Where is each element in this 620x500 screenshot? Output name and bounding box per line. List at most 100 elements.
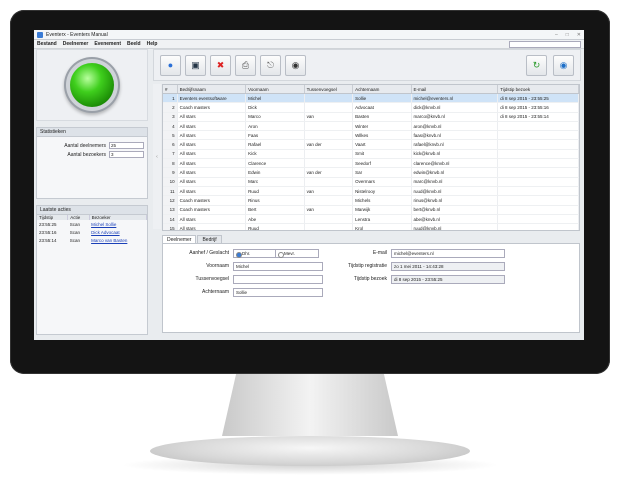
cell: Marco	[245, 112, 305, 122]
cell: Lenstra	[352, 214, 412, 225]
radio-dhr[interactable]: Dhr.	[233, 249, 277, 258]
add-participant-button[interactable]: ●	[160, 54, 181, 76]
web-button[interactable]: ◉	[553, 54, 574, 76]
table-row[interactable]: 12 Coach masters Rinus Michels rinus@knvb.nl	[163, 195, 579, 206]
last-name-label: Achternaam	[202, 289, 229, 295]
cell: 23:55:16	[39, 229, 57, 235]
cell: ruud@knvb.nl	[411, 223, 499, 230]
close-icon[interactable]: ✕	[577, 32, 581, 38]
minimize-icon[interactable]: –	[555, 32, 558, 38]
menu-evenement[interactable]: Evenement	[94, 41, 121, 47]
table-row[interactable]: 1 Eventers eventsoftware Michel Sollie miche…	[163, 93, 579, 104]
table-row[interactable]: 14 All stars Abe Lenstra abe@knvb.nl	[163, 214, 579, 225]
participants-table: # Bedrijfsnaam Voornaam Tussenvoegsel Ac…	[163, 85, 579, 230]
cell: All stars	[177, 139, 247, 150]
menu-bestand[interactable]: Bestand	[37, 41, 57, 47]
cell	[304, 121, 354, 132]
visitor-link[interactable]: Michel Sollie	[89, 220, 146, 228]
row-number: 1	[163, 93, 178, 104]
cell	[497, 195, 579, 206]
search-input[interactable]	[509, 40, 581, 48]
row-number: 7	[163, 149, 178, 160]
cell: Eventers eventsoftware	[177, 93, 247, 104]
save-button[interactable]: ▣	[185, 54, 206, 76]
col-header[interactable]: Tussenvoegsel	[304, 85, 354, 94]
cell: Ruud	[245, 186, 305, 197]
row-number: 10	[163, 177, 178, 187]
stat-row-bezoekers: Aantal bezoekers 3	[37, 150, 147, 159]
col-header[interactable]: #	[163, 85, 178, 94]
email-field[interactable]: michel@eventers.nl	[391, 249, 505, 258]
stat-value: 25	[109, 142, 144, 149]
cell: All stars	[177, 214, 247, 225]
table-row[interactable]: 3 All stars Marco van Basten marco@knvb.nl di …	[163, 112, 579, 122]
status-area	[36, 49, 148, 121]
cell	[304, 93, 354, 104]
table-row[interactable]: 15 All stars Ruud Krol ruud@knvb.nl	[163, 223, 579, 230]
col-header[interactable]: Achternaam	[352, 85, 412, 94]
table-row[interactable]: 13 Coach masters Bert van Marwijk bert@knvb.n…	[163, 205, 579, 215]
visitor-link[interactable]: Dick Advocaat	[89, 228, 146, 236]
cell: abe@knvb.nl	[411, 214, 499, 225]
cell: Scan	[69, 229, 80, 235]
table-row[interactable]: 7 All stars Kick Smit kick@knvb.nl	[163, 149, 579, 160]
table-row[interactable]: 23:55:16 Scan Dick Advocaat	[37, 228, 147, 236]
visitor-link[interactable]: Marco van Basten	[89, 236, 146, 244]
toolbar: ● ▣ ✖ ⎙ ⎋ ◉ ↻ ◉	[153, 49, 581, 81]
activity-title: Laatste acties	[37, 206, 147, 215]
cell: All stars	[177, 130, 247, 141]
cell: Dick	[245, 102, 305, 113]
col-header[interactable]: Tijdstip bezoek	[497, 85, 579, 94]
print-label-button[interactable]: ⎙	[235, 54, 256, 76]
globe-icon: ◉	[559, 59, 568, 70]
col-header[interactable]: E-mail	[411, 85, 499, 94]
table-row[interactable]: 8 All stars Clarence Seedorf clarence@knvb.n…	[163, 158, 579, 169]
cell: clarence@knvb.nl	[411, 158, 499, 169]
table-row[interactable]: 6 All stars Rafael van der Vaart rafael@knvb.…	[163, 139, 579, 150]
delete-button[interactable]: ✖	[210, 54, 231, 76]
cell: All stars	[177, 149, 247, 160]
registration-field: zo 1 mei 2011 - 14:43:28	[391, 262, 505, 271]
refresh-button[interactable]: ↻	[526, 54, 547, 76]
cell: rafael@knvb.nl	[411, 139, 499, 150]
table-row[interactable]: 2 Coach masters Dick Advocaat dick@knvb.nl di…	[163, 102, 579, 113]
maximize-icon[interactable]: □	[566, 32, 569, 38]
first-name-field[interactable]: Michel	[233, 262, 323, 271]
cell: Smit	[352, 149, 412, 160]
cell	[497, 214, 579, 225]
table-row[interactable]: 10 All stars Marc Overmars marc@knvb.nl	[163, 177, 579, 187]
menu-help[interactable]: Help	[147, 41, 158, 47]
menu-deelnemer[interactable]: Deelnemer	[63, 41, 89, 47]
splitter-handle[interactable]: ‹	[153, 84, 161, 229]
table-row[interactable]: 23:55:14 Scan Marco van Basten	[37, 236, 147, 244]
cell: van der	[304, 139, 354, 150]
cell: aron@knvb.nl	[411, 121, 499, 132]
radio-mevr[interactable]: Mevr.	[275, 249, 319, 258]
cell	[304, 149, 354, 160]
table-row[interactable]: 11 All stars Ruud van Nistelrooy ruud@knvb.nl	[163, 186, 579, 197]
cell: bert@knvb.nl	[411, 205, 499, 215]
refresh-icon: ↻	[532, 59, 541, 70]
visit-label: Tijdstip bezoek	[353, 276, 387, 282]
cell	[497, 186, 579, 197]
col-header[interactable]: Voornaam	[245, 85, 305, 94]
cell: Basten	[352, 112, 412, 122]
find-button[interactable]: ◉	[285, 54, 306, 76]
status-light-icon	[70, 63, 114, 107]
table-row[interactable]: 4 All stars Aron Winter aron@knvb.nl	[163, 121, 579, 132]
col-header[interactable]: Bedrijfsnaam	[177, 85, 247, 94]
cell: Sollie	[352, 93, 412, 104]
cell: edwin@knvb.nl	[411, 167, 499, 178]
cell	[304, 177, 354, 187]
table-row[interactable]: 9 All stars Edwin van der Sar edwin@knvb.nl	[163, 167, 579, 178]
cell: 23:55:14	[39, 237, 57, 243]
menu-beeld[interactable]: Beeld	[127, 41, 141, 47]
app-icon	[37, 31, 43, 38]
cell: Marwijk	[352, 205, 412, 215]
table-row[interactable]: 23:55:25 Scan Michel Sollie	[37, 220, 147, 228]
last-name-field[interactable]: Sollie	[233, 288, 323, 297]
scanner-icon: ⎋	[266, 59, 275, 70]
middle-name-field[interactable]	[233, 275, 323, 284]
table-row[interactable]: 5 All stars Faas Wilkes faas@knvb.nl	[163, 130, 579, 141]
scanner-button[interactable]: ⎋	[260, 54, 281, 76]
